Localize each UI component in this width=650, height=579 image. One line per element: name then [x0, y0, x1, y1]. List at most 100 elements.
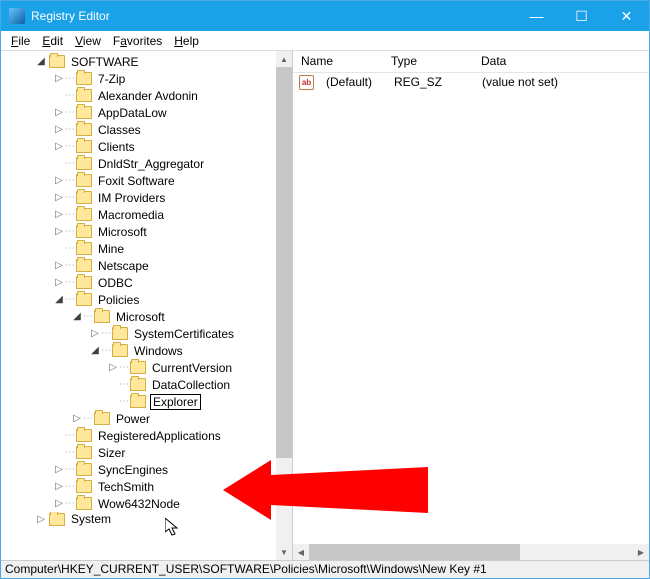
tree-item[interactable]: ▷⋯Macromedia: [1, 206, 276, 223]
tree-item-label: Policies: [96, 293, 141, 307]
collapse-icon[interactable]: ◢: [89, 345, 101, 356]
tree-item[interactable]: ▷⋯Classes: [1, 121, 276, 138]
tree-item[interactable]: ▷⋯Netscape: [1, 257, 276, 274]
col-type[interactable]: Type: [383, 51, 473, 72]
tree-item-label: AppDataLow: [96, 106, 169, 120]
tree-item[interactable]: ⋯RegisteredApplications: [1, 427, 276, 444]
expand-icon[interactable]: ▷: [89, 328, 101, 339]
folder-icon: [76, 446, 92, 459]
tree-item[interactable]: ▷⋯AppDataLow: [1, 104, 276, 121]
menu-favorites[interactable]: Favorites: [107, 32, 168, 50]
tree-item[interactable]: ▷⋯SyncEngines: [1, 461, 276, 478]
folder-icon: [76, 293, 92, 306]
tree-item[interactable]: ⋯Alexander Avdonin: [1, 87, 276, 104]
tree-item[interactable]: ▷⋯Foxit Software: [1, 172, 276, 189]
tree-item[interactable]: ▷⋯Power: [1, 410, 276, 427]
folder-icon: [76, 480, 92, 493]
tree-item-label: Windows: [132, 344, 185, 358]
folder-icon: [76, 259, 92, 272]
collapse-icon[interactable]: ◢: [71, 311, 83, 322]
cell-data: (value not set): [474, 75, 566, 89]
statusbar: Computer\HKEY_CURRENT_USER\SOFTWARE\Poli…: [1, 560, 649, 578]
expand-icon[interactable]: ▷: [53, 277, 65, 288]
tree-pane: ◢ SOFTWARE▷⋯7-Zip⋯Alexander Avdonin▷⋯AppD…: [1, 51, 293, 560]
tree-item-label: Macromedia: [96, 208, 166, 222]
tree-item[interactable]: ▷⋯Clients: [1, 138, 276, 155]
list-horizontal-scrollbar[interactable]: ◀ ▶: [293, 544, 649, 560]
expand-icon[interactable]: ▷: [53, 209, 65, 220]
tree-item[interactable]: ⋯Mine: [1, 240, 276, 257]
close-button[interactable]: ✕: [604, 1, 649, 31]
tree-item-label: DnldStr_Aggregator: [96, 157, 206, 171]
tree-item-label: Alexander Avdonin: [96, 89, 200, 103]
expand-icon[interactable]: ▷: [53, 464, 65, 475]
folder-icon: [94, 412, 110, 425]
tree-item-label: Wow6432Node: [96, 497, 182, 511]
expand-icon[interactable]: ▷: [53, 192, 65, 203]
scroll-left-icon[interactable]: ◀: [293, 544, 309, 560]
folder-icon: [76, 106, 92, 119]
scroll-up-icon[interactable]: ▲: [276, 51, 292, 67]
expand-icon[interactable]: ▷: [53, 481, 65, 492]
scroll-thumb[interactable]: [276, 67, 292, 458]
expand-icon[interactable]: ▷: [53, 226, 65, 237]
menu-view[interactable]: View: [69, 32, 107, 50]
collapse-icon[interactable]: ◢: [53, 294, 65, 305]
scroll-thumb[interactable]: [309, 544, 520, 560]
collapse-icon[interactable]: ◢: [35, 56, 47, 67]
expand-icon[interactable]: ▷: [35, 514, 47, 525]
scroll-right-icon[interactable]: ▶: [633, 544, 649, 560]
tree-item[interactable]: ▷⋯IM Providers: [1, 189, 276, 206]
cell-type: REG_SZ: [386, 75, 474, 89]
tree-item[interactable]: ⋯Explorer: [1, 393, 276, 410]
tree-item[interactable]: ◢⋯Microsoft: [1, 308, 276, 325]
tree-item-label: RegisteredApplications: [96, 429, 223, 443]
folder-icon: [76, 429, 92, 442]
expand-icon[interactable]: ▷: [53, 107, 65, 118]
menu-help[interactable]: Help: [168, 32, 205, 50]
tree-item[interactable]: ▷⋯SystemCertificates: [1, 325, 276, 342]
menu-file[interactable]: File: [5, 32, 36, 50]
tree-item[interactable]: ▷⋯TechSmith: [1, 478, 276, 495]
expand-icon[interactable]: ▷: [71, 413, 83, 424]
tree-item[interactable]: ◢ SOFTWARE: [1, 53, 276, 70]
tree-item[interactable]: ◢⋯Policies: [1, 291, 276, 308]
tree-item[interactable]: ▷⋯Wow6432Node: [1, 495, 276, 512]
tree-view[interactable]: ◢ SOFTWARE▷⋯7-Zip⋯Alexander Avdonin▷⋯AppD…: [1, 51, 276, 528]
menu-edit[interactable]: Edit: [36, 32, 69, 50]
tree-item-label: IM Providers: [96, 191, 167, 205]
list-row[interactable]: ab (Default) REG_SZ (value not set): [293, 73, 649, 91]
expand-icon[interactable]: ▷: [53, 498, 65, 509]
expand-icon[interactable]: ▷: [53, 73, 65, 84]
tree-item-label: ODBC: [96, 276, 135, 290]
tree-item[interactable]: ⋯Sizer: [1, 444, 276, 461]
tree-item[interactable]: ▷ System: [1, 512, 276, 526]
tree-item[interactable]: ⋯DataCollection: [1, 376, 276, 393]
folder-icon: [76, 72, 92, 85]
tree-item[interactable]: ⋯DnldStr_Aggregator: [1, 155, 276, 172]
tree-item-label: DataCollection: [150, 378, 232, 392]
col-name[interactable]: Name: [293, 51, 383, 72]
expand-icon[interactable]: ▷: [107, 362, 119, 373]
tree-item[interactable]: ▷⋯Microsoft: [1, 223, 276, 240]
expand-icon[interactable]: ▷: [53, 124, 65, 135]
expand-icon[interactable]: ▷: [53, 260, 65, 271]
folder-icon: [130, 378, 146, 391]
maximize-button[interactable]: ☐: [559, 1, 604, 31]
tree-item[interactable]: ◢⋯Windows: [1, 342, 276, 359]
tree-item[interactable]: ▷⋯ODBC: [1, 274, 276, 291]
expand-icon[interactable]: ▷: [53, 141, 65, 152]
tree-item-label: SOFTWARE: [69, 55, 141, 69]
folder-icon: [49, 513, 65, 526]
col-data[interactable]: Data: [473, 51, 649, 72]
tree-item-rename-input[interactable]: Explorer: [150, 394, 201, 410]
tree-item[interactable]: ▷⋯7-Zip: [1, 70, 276, 87]
string-value-icon: ab: [299, 75, 314, 90]
tree-item[interactable]: ▷⋯CurrentVersion: [1, 359, 276, 376]
expand-icon[interactable]: ▷: [53, 175, 65, 186]
folder-icon: [76, 157, 92, 170]
tree-vertical-scrollbar[interactable]: ▲ ▼: [276, 51, 292, 560]
scroll-down-icon[interactable]: ▼: [276, 544, 292, 560]
minimize-button[interactable]: —: [514, 1, 559, 31]
tree-item-label: System: [69, 512, 113, 526]
